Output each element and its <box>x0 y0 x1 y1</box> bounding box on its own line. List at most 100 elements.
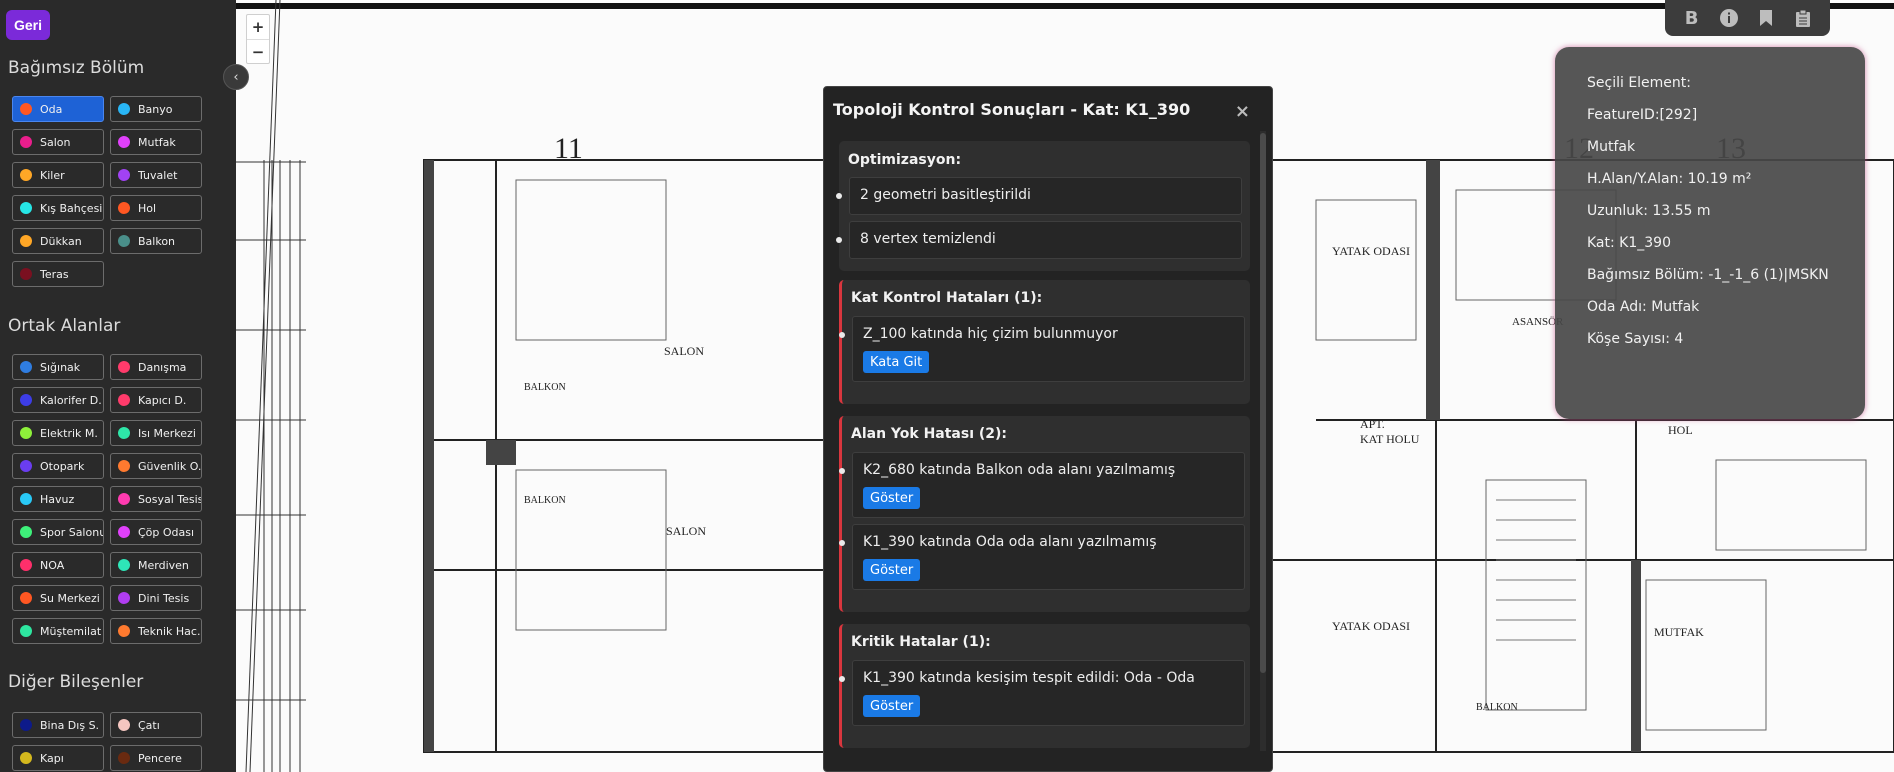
close-icon[interactable]: × <box>1235 101 1250 122</box>
critical-errors-card: Kritik Hatalar (1): K1_390 katında kesiş… <box>839 624 1250 748</box>
category-label: Mutfak <box>138 135 176 149</box>
category-salon[interactable]: Salon <box>12 129 104 155</box>
category-label: Güvenlik O. <box>138 459 202 473</box>
category-balkon[interactable]: Balkon <box>110 228 202 254</box>
color-dot <box>118 136 130 148</box>
category-danisma[interactable]: Danışma <box>110 354 202 380</box>
modal-body: Optimizasyon: 2 geometri basitleştirildi… <box>836 141 1250 771</box>
category-sosyal-tesis[interactable]: Sosyal Tesis <box>110 486 202 512</box>
category-hol[interactable]: Hol <box>110 195 202 221</box>
category-tuvalet[interactable]: Tuvalet <box>110 162 202 188</box>
optimization-title: Optimizasyon: <box>848 152 962 168</box>
clipboard-icon[interactable] <box>1792 7 1814 29</box>
bullet-icon <box>839 676 845 682</box>
category-cati[interactable]: Çatı <box>110 712 202 738</box>
info-icon[interactable] <box>1718 7 1740 29</box>
color-dot <box>118 202 130 214</box>
category-kapi[interactable]: Kapı <box>12 745 104 771</box>
zoom-control: + − <box>246 14 270 64</box>
category-noa[interactable]: NOA <box>12 552 104 578</box>
category-label: Sosyal Tesis <box>138 492 202 506</box>
category-label: Bina Dış S. <box>40 718 100 732</box>
category-su-merkezi[interactable]: Su Merkezi <box>12 585 104 611</box>
show-button[interactable]: Göster <box>863 695 921 717</box>
category-isi-merkezi[interactable]: Isı Merkezi <box>110 420 202 446</box>
show-button[interactable]: Göster <box>863 559 921 581</box>
color-dot <box>118 460 130 472</box>
category-cop-odasi[interactable]: Çöp Odası <box>110 519 202 545</box>
zoom-in-button[interactable]: + <box>247 15 269 39</box>
category-mutfak[interactable]: Mutfak <box>110 129 202 155</box>
category-kapici[interactable]: Kapıcı D. <box>110 387 202 413</box>
category-label: Spor Salonu <box>40 525 104 539</box>
critical-error-text: K1_390 katında kesişim tespit edildi: Od… <box>863 670 1195 686</box>
top-toolbar: B <box>1665 0 1830 36</box>
plan-label-kat-holu: KAT HOLU <box>1360 432 1420 446</box>
category-guvenlik[interactable]: Güvenlik O. <box>110 453 202 479</box>
floor-errors-card: Kat Kontrol Hataları (1): Z_100 katında … <box>839 280 1250 404</box>
bold-b-button[interactable]: B <box>1681 7 1703 29</box>
bookmark-icon[interactable] <box>1755 7 1777 29</box>
category-label: Balkon <box>138 234 176 248</box>
independent-grid: Oda Banyo Salon Mutfak Kiler Tuvalet Kış… <box>12 96 202 287</box>
color-dot <box>118 235 130 247</box>
modal-scrollbar-thumb[interactable] <box>1260 133 1266 673</box>
color-dot <box>118 493 130 505</box>
plan-label-yatak-odasi-2: YATAK ODASI <box>1332 619 1410 633</box>
zoom-out-button[interactable]: − <box>247 39 269 63</box>
plan-label-balkon-3: BALKON <box>1476 702 1518 713</box>
color-dot <box>20 136 32 148</box>
color-dot <box>118 526 130 538</box>
category-spor-salonu[interactable]: Spor Salonu <box>12 519 104 545</box>
chevron-left-icon: ‹ <box>233 69 239 85</box>
show-button[interactable]: Göster <box>863 487 921 509</box>
category-elektrik[interactable]: Elektrik M. <box>12 420 104 446</box>
info-length: Uzunluk: 13.55 m <box>1587 203 1711 219</box>
category-teras[interactable]: Teras <box>12 261 104 287</box>
back-button[interactable]: Geri <box>6 10 50 40</box>
info-type: Mutfak <box>1587 139 1636 155</box>
modal-header: Topoloji Kontrol Sonuçları - Kat: K1_390… <box>824 87 1272 131</box>
category-label: Kiler <box>40 168 65 182</box>
info-area: H.Alan/Y.Alan: 10.19 m² <box>1587 171 1752 187</box>
color-dot <box>20 493 32 505</box>
info-corners: Köşe Sayısı: 4 <box>1587 331 1684 347</box>
plan-label-salon-1: SALON <box>664 344 704 358</box>
category-bina-dis[interactable]: Bina Dış S. <box>12 712 104 738</box>
category-banyo[interactable]: Banyo <box>110 96 202 122</box>
color-dot <box>20 460 32 472</box>
category-label: Tuvalet <box>138 168 178 182</box>
category-teknik-hac[interactable]: Teknik Hac. <box>110 618 202 644</box>
category-merdiven[interactable]: Merdiven <box>110 552 202 578</box>
category-otopark[interactable]: Otopark <box>12 453 104 479</box>
category-mustemilat[interactable]: Müştemilat <box>12 618 104 644</box>
optimization-item-text: 8 vertex temizlendi <box>860 231 996 247</box>
category-kis-bahcesi[interactable]: Kış Bahçesi <box>12 195 104 221</box>
color-dot <box>20 361 32 373</box>
category-dini-tesis[interactable]: Dini Tesis <box>110 585 202 611</box>
critical-errors-title: Kritik Hatalar (1): <box>851 634 991 650</box>
info-unit: Bağımsız Bölüm: -1_-1_6 (1)|MSKN <box>1587 267 1829 283</box>
info-room-name: Oda Adı: Mutfak <box>1587 299 1700 315</box>
other-grid: Bina Dış S. Çatı Kapı Pencere <box>12 712 202 771</box>
category-oda[interactable]: Oda <box>12 96 104 122</box>
critical-error-item: K1_390 katında kesişim tespit edildi: Od… <box>839 660 1245 726</box>
area-errors-title: Alan Yok Hatası (2): <box>851 426 1008 442</box>
color-dot <box>20 202 32 214</box>
category-dukkan[interactable]: Dükkan <box>12 228 104 254</box>
category-label: Kapıcı D. <box>138 393 187 407</box>
color-dot <box>118 103 130 115</box>
color-dot <box>118 752 130 764</box>
category-kiler[interactable]: Kiler <box>12 162 104 188</box>
category-label: Müştemilat <box>40 624 102 638</box>
collapse-sidebar-button[interactable]: ‹ <box>223 64 249 90</box>
category-havuz[interactable]: Havuz <box>12 486 104 512</box>
category-label: Pencere <box>138 751 182 765</box>
category-pencere[interactable]: Pencere <box>110 745 202 771</box>
category-label: Kalorifer D. <box>40 393 102 407</box>
category-kalorifer[interactable]: Kalorifer D. <box>12 387 104 413</box>
goto-floor-button[interactable]: Kata Git <box>863 351 930 373</box>
bullet-icon <box>839 332 845 338</box>
category-siginak[interactable]: Sığınak <box>12 354 104 380</box>
area-error-text: K1_390 katında Oda oda alanı yazılmamış <box>863 534 1157 550</box>
